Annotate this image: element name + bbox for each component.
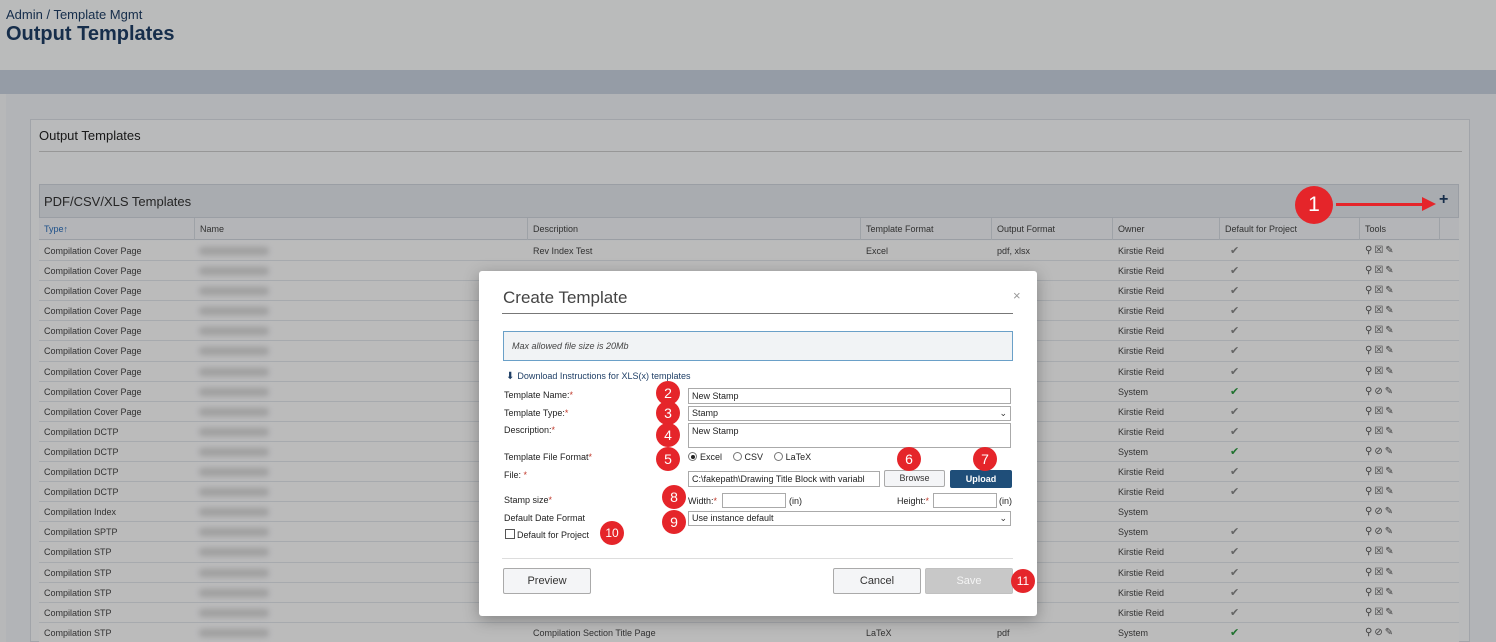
- width-input[interactable]: [722, 493, 786, 508]
- annotation-arrow-head: [1422, 197, 1436, 211]
- radio-excel[interactable]: Excel: [688, 452, 722, 462]
- height-label: Height:*: [897, 496, 930, 506]
- template-name-input[interactable]: New Stamp: [688, 388, 1011, 404]
- file-format-radio-group: Excel CSV LaTeX: [688, 452, 819, 462]
- annotation-arrow: [1336, 203, 1424, 206]
- save-button[interactable]: Save: [925, 568, 1013, 594]
- description-label: Description:*: [504, 425, 556, 435]
- template-type-label: Template Type:*: [504, 408, 569, 418]
- template-type-select[interactable]: Stamp ⌄: [688, 406, 1011, 421]
- date-format-select[interactable]: Use instance default ⌄: [688, 511, 1011, 526]
- stamp-size-label: Stamp size*: [504, 495, 553, 505]
- file-format-label: Template File Format*: [504, 452, 593, 462]
- annotation-badge-3: 3: [656, 401, 680, 425]
- annotation-badge-5: 5: [656, 447, 680, 471]
- default-for-project-label[interactable]: Default for Project: [517, 530, 589, 540]
- preview-button[interactable]: Preview: [503, 568, 591, 594]
- annotation-badge-11: 11: [1011, 569, 1035, 593]
- annotation-badge-1: 1: [1295, 186, 1333, 224]
- radio-latex[interactable]: LaTeX: [773, 452, 811, 462]
- template-name-label: Template Name:*: [504, 390, 574, 400]
- browse-button[interactable]: Browse: [884, 470, 945, 487]
- create-template-dialog: Create Template × Max allowed file size …: [479, 271, 1037, 616]
- annotation-badge-6: 6: [897, 447, 921, 471]
- file-path-input[interactable]: C:\fakepath\Drawing Title Block with var…: [688, 471, 880, 487]
- default-for-project-checkbox[interactable]: [505, 529, 515, 539]
- dialog-divider: [502, 313, 1013, 314]
- width-unit: (in): [789, 496, 802, 506]
- width-label: Width:*: [688, 496, 718, 506]
- annotation-badge-7: 7: [973, 447, 997, 471]
- radio-csv[interactable]: CSV: [732, 452, 763, 462]
- dialog-title: Create Template: [503, 288, 628, 307]
- file-label: File: *: [504, 470, 528, 480]
- radio-icon: [773, 452, 783, 461]
- cancel-button[interactable]: Cancel: [833, 568, 921, 594]
- default-date-format-label: Default Date Format: [504, 513, 586, 523]
- download-instructions-link[interactable]: ⬇ Download Instructions for XLS(x) templa…: [506, 371, 690, 382]
- height-input[interactable]: [933, 493, 997, 508]
- annotation-badge-9: 9: [662, 510, 686, 534]
- radio-selected-icon: [688, 452, 697, 461]
- file-size-notice: Max allowed file size is 20Mb: [503, 331, 1013, 361]
- close-icon[interactable]: ×: [1013, 288, 1021, 303]
- chevron-down-icon: ⌄: [999, 513, 1007, 523]
- upload-button[interactable]: Upload: [950, 470, 1012, 488]
- footer-divider: [502, 558, 1013, 559]
- download-icon: ⬇: [506, 371, 515, 382]
- chevron-down-icon: ⌄: [999, 408, 1007, 418]
- height-unit: (in): [999, 496, 1012, 506]
- radio-icon: [732, 452, 742, 461]
- annotation-badge-10: 10: [600, 521, 624, 545]
- description-textarea[interactable]: New Stamp: [688, 423, 1011, 448]
- annotation-badge-4: 4: [656, 423, 680, 447]
- annotation-badge-8: 8: [662, 485, 686, 509]
